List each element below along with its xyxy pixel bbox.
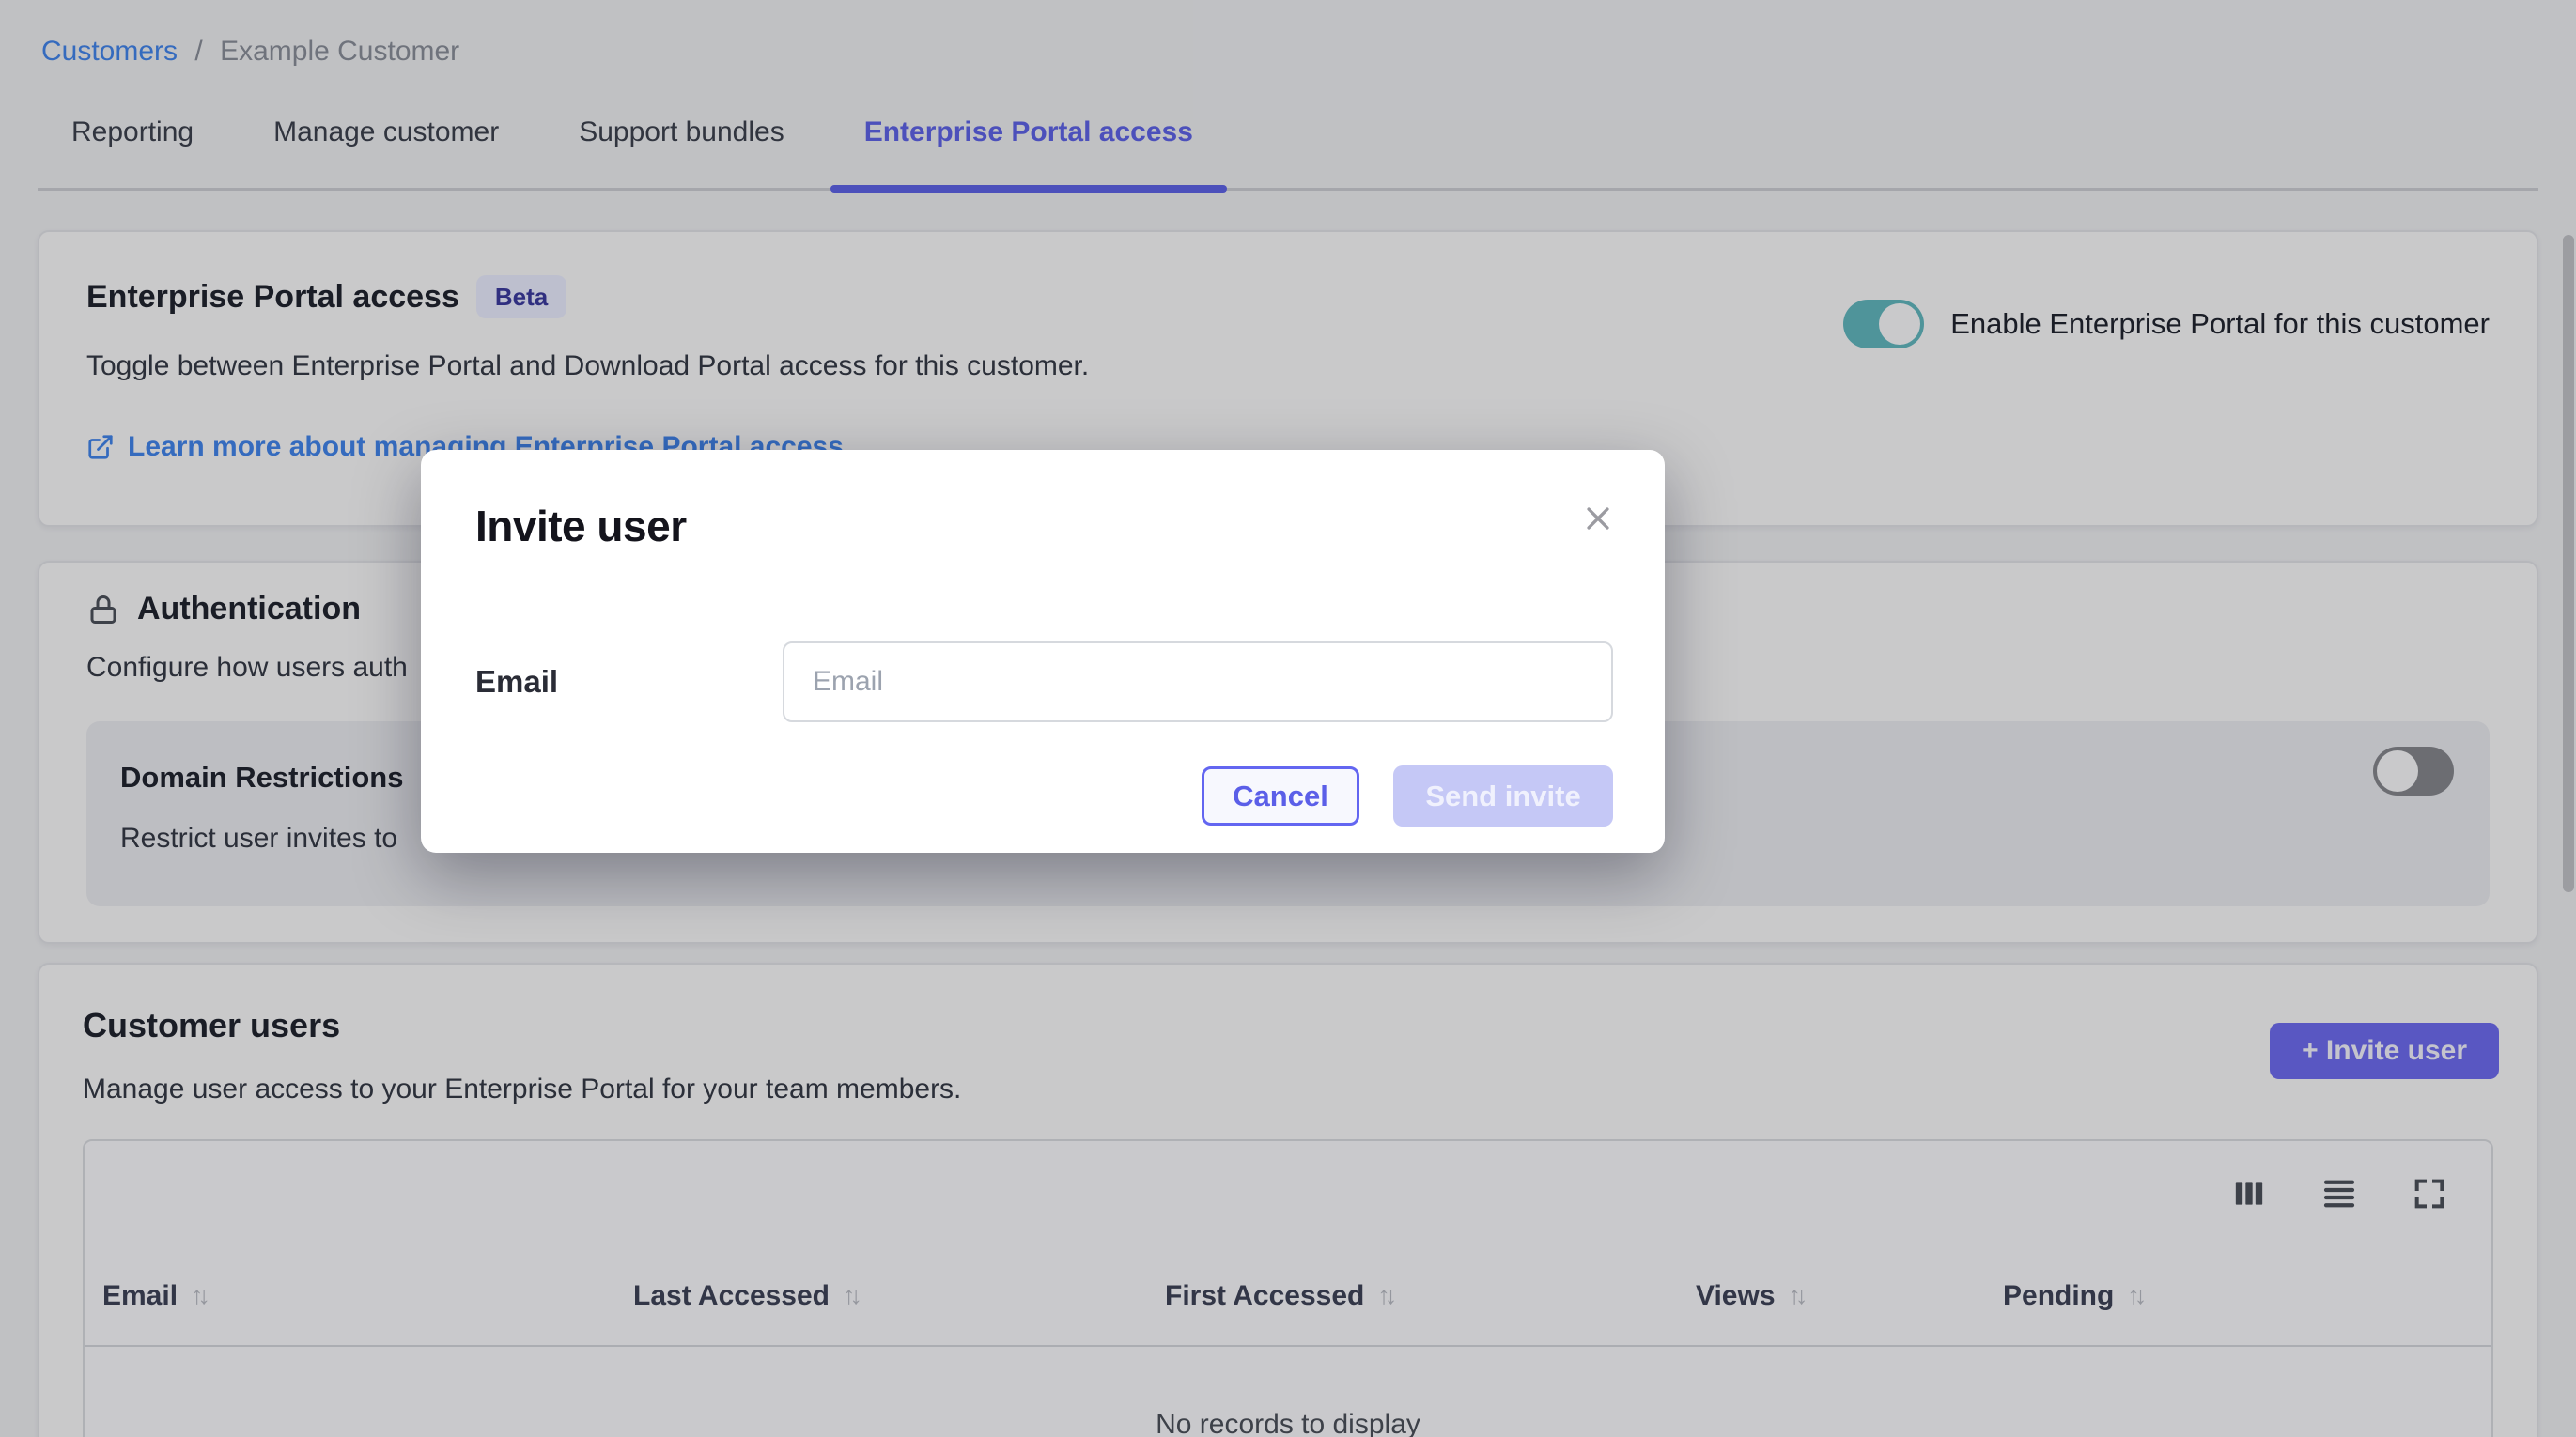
invite-form-row: Email bbox=[475, 641, 1613, 722]
email-field[interactable] bbox=[783, 641, 1613, 722]
email-label: Email bbox=[475, 664, 783, 700]
invite-user-modal: Invite user Email Cancel Send invite bbox=[421, 450, 1665, 853]
modal-actions: Cancel Send invite bbox=[475, 765, 1613, 827]
modal-title: Invite user bbox=[475, 501, 1613, 551]
cancel-button[interactable]: Cancel bbox=[1202, 766, 1359, 826]
close-icon[interactable] bbox=[1578, 499, 1618, 538]
send-invite-button[interactable]: Send invite bbox=[1393, 765, 1613, 827]
